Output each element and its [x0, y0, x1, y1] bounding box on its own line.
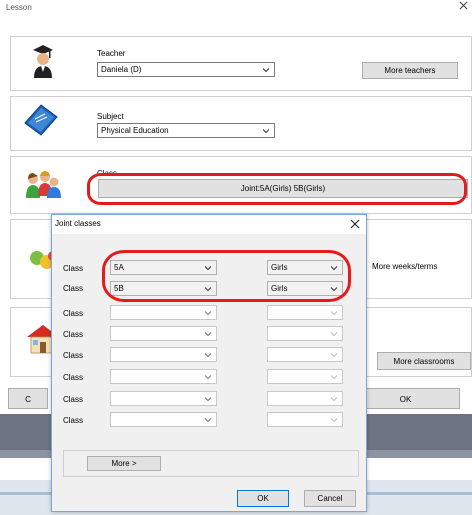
subject-group: Subject Physical Education [10, 96, 472, 151]
more-teachers-button[interactable]: More teachers [362, 62, 458, 79]
more-weeks-label[interactable]: More weeks/terms [372, 262, 437, 271]
row-1-group-value: Girls [271, 263, 288, 272]
subject-dropdown[interactable]: Physical Education [97, 123, 275, 138]
chevron-down-icon [204, 287, 212, 292]
class-students-icon [26, 171, 61, 198]
chevron-down-icon [204, 311, 212, 316]
chevron-down-icon [330, 287, 338, 292]
row-6-label: Class [63, 373, 84, 382]
class-label: Class [97, 169, 118, 178]
teacher-group: Teacher Daniela (D) More teachers [10, 36, 472, 91]
subject-label: Subject [97, 112, 124, 121]
row-8-group-dropdown [267, 412, 343, 427]
row-2-class-dropdown[interactable]: 5B [110, 281, 217, 296]
row-1-label: Class [63, 264, 84, 273]
row-8-class-dropdown[interactable] [110, 412, 217, 427]
row-4-label: Class [63, 330, 84, 339]
row-1-class-value: 5A [114, 263, 124, 272]
row-5-class-dropdown[interactable] [110, 347, 217, 362]
chevron-down-icon [204, 266, 212, 271]
dialog-titlebar: Joint classes [52, 215, 366, 234]
chevron-down-icon [330, 397, 338, 402]
row-2-group-value: Girls [271, 284, 288, 293]
teacher-icon [33, 45, 53, 78]
dialog-title: Joint classes [55, 219, 101, 228]
chevron-down-icon [204, 418, 212, 423]
teacher-value: Daniela (D) [101, 65, 142, 74]
class-group: Class Joint:5A(Girls) 5B(Girls) [10, 156, 472, 214]
chevron-down-icon [330, 353, 338, 358]
row-6-group-dropdown [267, 369, 343, 384]
dialog-ok-button[interactable]: OK [237, 490, 289, 507]
dialog-cancel-button[interactable]: Cancel [304, 490, 356, 507]
row-5-group-dropdown [267, 347, 343, 362]
chevron-down-icon [330, 332, 338, 337]
joint-classes-dialog: Joint classes Class 5A Girls Class 5B Gi… [51, 214, 367, 512]
more-section: More > [63, 450, 359, 477]
row-7-label: Class [63, 395, 84, 404]
more-button[interactable]: More > [87, 456, 161, 471]
row-2-group-dropdown[interactable]: Girls [267, 281, 343, 296]
chevron-down-icon [330, 418, 338, 423]
row-1-group-dropdown[interactable]: Girls [267, 260, 343, 275]
chevron-down-icon [204, 332, 212, 337]
window-title: Lesson [6, 3, 32, 12]
joint-classes-button[interactable]: Joint:5A(Girls) 5B(Girls) [98, 179, 468, 198]
row-7-group-dropdown [267, 391, 343, 406]
chevron-down-icon [262, 129, 270, 134]
row-7-class-dropdown[interactable] [110, 391, 217, 406]
row-5-label: Class [63, 351, 84, 360]
main-ok-button[interactable]: OK [351, 388, 460, 409]
row-3-group-dropdown [267, 305, 343, 320]
row-4-group-dropdown [267, 326, 343, 341]
row-2-class-value: 5B [114, 284, 124, 293]
chevron-down-icon [262, 68, 270, 73]
chevron-down-icon [330, 375, 338, 380]
subject-value: Physical Education [101, 126, 169, 135]
chevron-down-icon [204, 397, 212, 402]
chevron-down-icon [204, 353, 212, 358]
teacher-label: Teacher [97, 49, 126, 58]
row-3-class-dropdown[interactable] [110, 305, 217, 320]
chevron-down-icon [330, 311, 338, 316]
chevron-down-icon [330, 266, 338, 271]
row-1-class-dropdown[interactable]: 5A [110, 260, 217, 275]
subject-book-icon [24, 104, 58, 136]
chevron-down-icon [204, 375, 212, 380]
main-cancel-button[interactable]: C [8, 388, 48, 409]
row-3-label: Class [63, 309, 84, 318]
teacher-dropdown[interactable]: Daniela (D) [97, 62, 275, 77]
row-2-label: Class [63, 284, 84, 293]
row-4-class-dropdown[interactable] [110, 326, 217, 341]
window-close-icon[interactable] [459, 1, 468, 13]
close-icon[interactable] [350, 219, 360, 229]
row-8-label: Class [63, 416, 84, 425]
more-classrooms-button[interactable]: More classrooms [377, 352, 471, 370]
row-6-class-dropdown[interactable] [110, 369, 217, 384]
